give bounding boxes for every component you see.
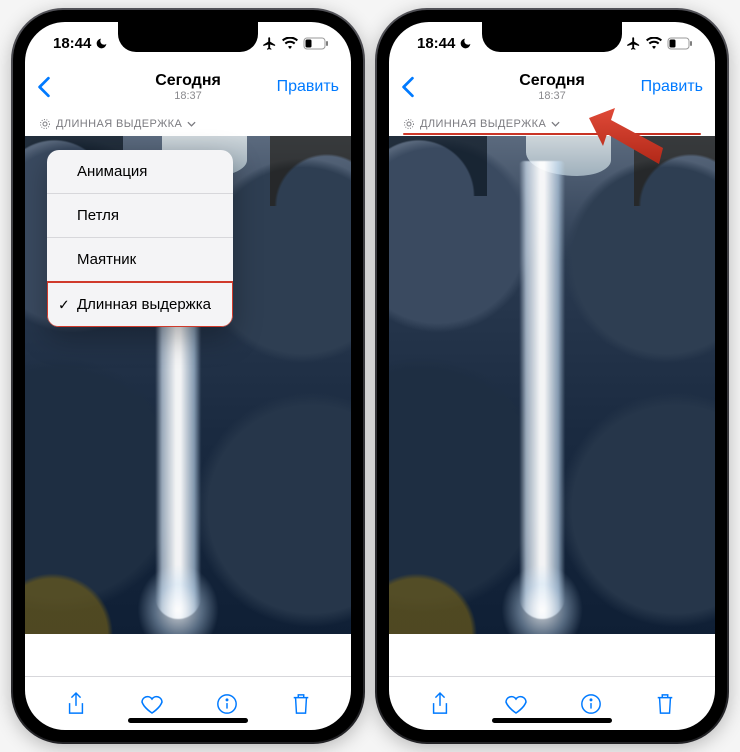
edit-button[interactable]: Править xyxy=(641,78,703,96)
nav-bar: Сегодня 18:37 Править xyxy=(389,64,715,110)
effect-label: ДЛИННАЯ ВЫДЕРЖКА xyxy=(420,118,546,130)
chevron-left-icon xyxy=(401,76,415,98)
chevron-down-icon xyxy=(551,121,560,127)
annotation-underline xyxy=(403,133,701,135)
notch xyxy=(482,22,622,52)
dropdown-item-animation[interactable]: Анимация xyxy=(47,150,233,194)
effect-selector[interactable]: ДЛИННАЯ ВЫДЕРЖКА xyxy=(25,110,351,136)
live-photo-icon xyxy=(39,118,51,130)
notch xyxy=(118,22,258,52)
back-button[interactable] xyxy=(401,76,415,98)
phone-left: 18:44 Сегодня 18:37 Править ДЛИННАЯ ВЫДЕ… xyxy=(13,10,363,742)
heart-icon[interactable] xyxy=(504,693,528,715)
battery-icon xyxy=(303,37,329,50)
photo-preview[interactable] xyxy=(389,136,715,634)
chevron-left-icon xyxy=(37,76,51,98)
status-time: 18:44 xyxy=(53,35,91,52)
airplane-icon xyxy=(262,36,277,51)
screen: 18:44 Сегодня 18:37 Править ДЛИННАЯ ВЫДЕ… xyxy=(25,22,351,730)
battery-icon xyxy=(667,37,693,50)
trash-icon[interactable] xyxy=(291,692,311,716)
info-icon[interactable] xyxy=(580,693,602,715)
share-icon[interactable] xyxy=(65,691,87,717)
home-indicator[interactable] xyxy=(128,718,248,723)
effect-selector[interactable]: ДЛИННАЯ ВЫДЕРЖКА xyxy=(389,110,715,136)
nav-bar: Сегодня 18:37 Править xyxy=(25,64,351,110)
back-button[interactable] xyxy=(37,76,51,98)
live-photo-icon xyxy=(403,118,415,130)
effect-label: ДЛИННАЯ ВЫДЕРЖКА xyxy=(56,118,182,130)
wifi-icon xyxy=(282,37,298,49)
photo-bottom-gap xyxy=(25,634,351,676)
trash-icon[interactable] xyxy=(655,692,675,716)
moon-icon xyxy=(459,37,472,50)
effect-dropdown: Анимация Петля Маятник ✓ Длинная выдержк… xyxy=(47,150,233,327)
screen: 18:44 Сегодня 18:37 Править ДЛИННАЯ ВЫДЕ… xyxy=(389,22,715,730)
dropdown-item-long-exposure[interactable]: ✓ Длинная выдержка xyxy=(47,281,233,327)
photo-bottom-gap xyxy=(389,634,715,676)
share-icon[interactable] xyxy=(429,691,451,717)
airplane-icon xyxy=(626,36,641,51)
status-time: 18:44 xyxy=(417,35,455,52)
wifi-icon xyxy=(646,37,662,49)
home-indicator[interactable] xyxy=(492,718,612,723)
moon-icon xyxy=(95,37,108,50)
phone-right: 18:44 Сегодня 18:37 Править ДЛИННАЯ ВЫДЕ… xyxy=(377,10,727,742)
edit-button[interactable]: Править xyxy=(277,78,339,96)
chevron-down-icon xyxy=(187,121,196,127)
dropdown-item-bounce[interactable]: Маятник xyxy=(47,238,233,282)
dropdown-item-loop[interactable]: Петля xyxy=(47,194,233,238)
check-icon: ✓ xyxy=(58,296,70,313)
heart-icon[interactable] xyxy=(140,693,164,715)
info-icon[interactable] xyxy=(216,693,238,715)
